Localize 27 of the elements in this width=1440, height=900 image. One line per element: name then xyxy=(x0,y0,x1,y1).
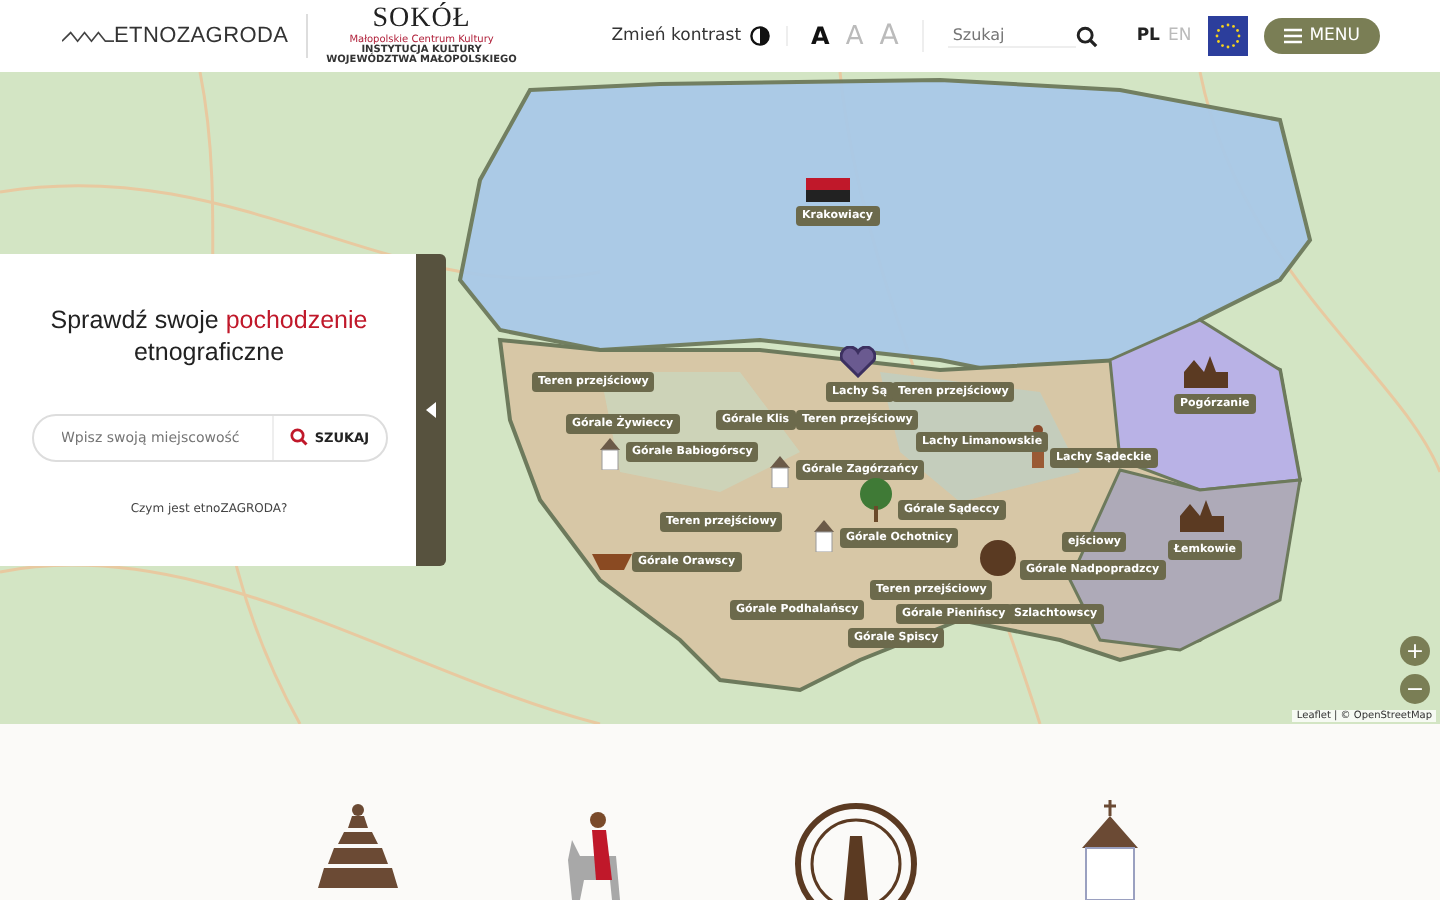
contrast-icon xyxy=(749,26,770,46)
partner-name: SOKÓŁ xyxy=(372,6,471,34)
search-field[interactable]: Szukaj xyxy=(948,24,1077,48)
seal-icon xyxy=(792,800,921,900)
bowl-icon xyxy=(592,550,632,570)
language-button[interactable]: PL xyxy=(1136,26,1160,46)
heart-icon xyxy=(840,346,876,378)
etnozagroda-logo[interactable]: ETNOZAGRODA xyxy=(62,24,289,48)
chapel-icon xyxy=(600,438,620,470)
search-icon xyxy=(290,428,309,446)
chapel-icon xyxy=(770,456,790,488)
flag-icon xyxy=(806,172,850,204)
menu-icon xyxy=(1283,28,1302,44)
font-size-button[interactable]: A xyxy=(807,20,834,52)
panel-collapse-handle[interactable] xyxy=(416,254,446,566)
church-icon xyxy=(1180,500,1224,532)
chapel-icon xyxy=(814,520,834,552)
menu-button[interactable]: MENU xyxy=(1263,18,1380,54)
church-icon xyxy=(1184,356,1228,388)
contrast-toggle[interactable]: Zmień kontrast xyxy=(611,26,788,46)
tree-icon xyxy=(856,478,896,522)
caret-icon xyxy=(426,402,436,418)
zigzag-icon xyxy=(62,26,114,46)
eu-flag-icon xyxy=(1207,16,1248,56)
logo-text: ETNOZAGRODA xyxy=(114,24,289,48)
panel-heading: Sprawdź swoje pochodzenie etnograficzne xyxy=(48,304,370,369)
search-icon xyxy=(1076,25,1099,47)
